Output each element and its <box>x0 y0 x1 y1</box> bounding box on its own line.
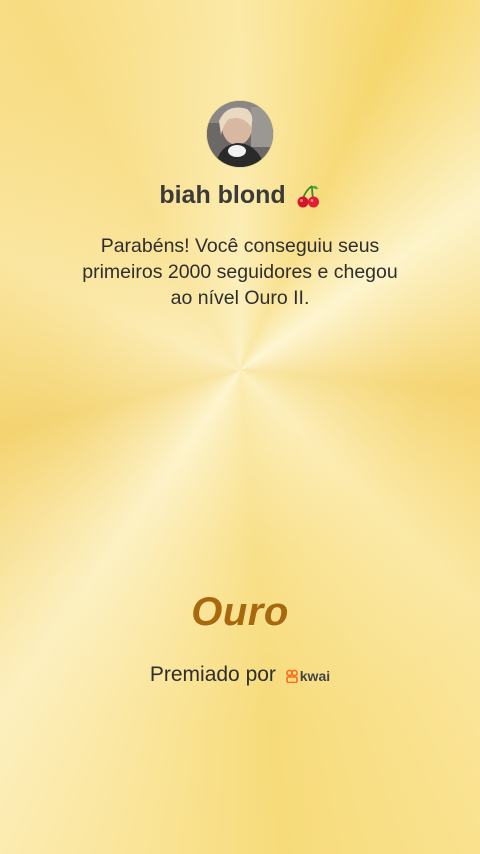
message-line-3: ao nível Ouro II. <box>170 287 310 309</box>
cherry-icon <box>295 183 321 218</box>
message-line-1: Parabéns! Você conseguiu seus <box>100 235 380 257</box>
kwai-logo: kwai <box>285 661 331 693</box>
avatar[interactable] <box>207 101 273 167</box>
kwai-logo-text: kwai <box>299 668 331 684</box>
level-title: Ouro <box>191 590 289 634</box>
username[interactable]: biah blond <box>159 181 285 209</box>
username-row: biah blond <box>0 178 480 218</box>
awarded-by-row: Premiado por kwai <box>0 660 480 693</box>
kwai-logo-icon <box>285 663 298 693</box>
awarded-by-label: Premiado por <box>149 663 276 686</box>
congratulation-message: Parabéns! Você conseguiu seus primeiros … <box>60 233 420 311</box>
avatar-photo <box>207 101 273 167</box>
message-line-2: primeiros 2000 seguidores e chegou <box>82 261 398 283</box>
